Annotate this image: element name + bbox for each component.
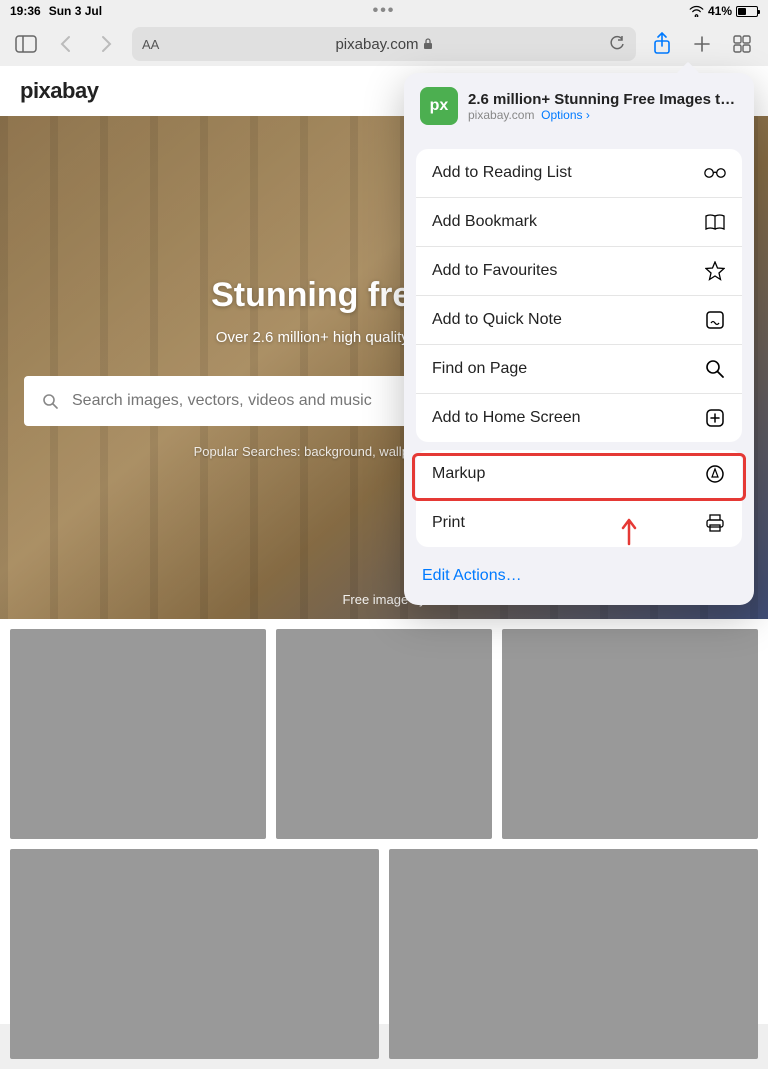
edit-actions-link[interactable]: Edit Actions… bbox=[404, 555, 754, 597]
site-favicon: px bbox=[420, 87, 458, 125]
print-icon bbox=[704, 512, 726, 534]
wifi-icon bbox=[689, 5, 704, 17]
action-label: Markup bbox=[432, 465, 485, 483]
pencil-circle-icon bbox=[704, 463, 726, 485]
share-domain: pixabay.com bbox=[468, 108, 534, 122]
share-options-link[interactable]: Options › bbox=[541, 108, 590, 122]
share-sheet: px 2.6 million+ Stunning Free Images to…… bbox=[404, 73, 754, 605]
action-label: Find on Page bbox=[432, 360, 527, 378]
battery-percent: 41% bbox=[708, 4, 732, 18]
gallery-tile[interactable] bbox=[10, 849, 379, 1059]
action-add-quick-note[interactable]: Add to Quick Note bbox=[416, 296, 742, 345]
share-sheet-header: px 2.6 million+ Stunning Free Images to…… bbox=[404, 73, 754, 141]
browser-toolbar: AA pixabay.com bbox=[0, 22, 768, 66]
action-label: Add to Favourites bbox=[432, 262, 557, 280]
star-icon bbox=[704, 260, 726, 282]
status-bar: 19:36 Sun 3 Jul ••• 41% bbox=[0, 0, 768, 22]
share-actions-group-2: Markup Print bbox=[416, 450, 742, 547]
action-label: Add to Reading List bbox=[432, 164, 572, 182]
battery-icon bbox=[736, 6, 758, 17]
gallery-tile[interactable] bbox=[10, 629, 266, 839]
status-time: 19:36 bbox=[10, 4, 41, 18]
back-button[interactable] bbox=[52, 30, 80, 58]
action-label: Print bbox=[432, 514, 465, 532]
action-label: Add to Home Screen bbox=[432, 409, 581, 427]
reload-button[interactable] bbox=[608, 35, 626, 53]
search-icon bbox=[704, 358, 726, 380]
book-icon bbox=[704, 211, 726, 233]
image-gallery bbox=[0, 619, 768, 1069]
share-title: 2.6 million+ Stunning Free Images to… bbox=[468, 91, 738, 108]
site-logo[interactable]: pixabay bbox=[20, 78, 98, 104]
action-markup[interactable]: Markup bbox=[416, 450, 742, 499]
new-tab-button[interactable] bbox=[688, 30, 716, 58]
forward-button[interactable] bbox=[92, 30, 120, 58]
text-size-button[interactable]: AA bbox=[142, 37, 159, 52]
gallery-tile[interactable] bbox=[389, 849, 758, 1059]
gallery-tile[interactable] bbox=[276, 629, 492, 839]
url-bar[interactable]: AA pixabay.com bbox=[132, 27, 636, 61]
lock-icon bbox=[423, 38, 433, 50]
url-text: pixabay.com bbox=[335, 36, 418, 53]
action-find-on-page[interactable]: Find on Page bbox=[416, 345, 742, 394]
gallery-tile[interactable] bbox=[502, 629, 758, 839]
tabs-overview-button[interactable] bbox=[728, 30, 756, 58]
multitasking-dots-icon[interactable]: ••• bbox=[373, 2, 396, 20]
note-icon bbox=[704, 309, 726, 331]
action-print[interactable]: Print bbox=[416, 499, 742, 547]
action-label: Add to Quick Note bbox=[432, 311, 562, 329]
plus-square-icon bbox=[704, 407, 726, 429]
sidebar-toggle-icon[interactable] bbox=[12, 30, 40, 58]
action-add-reading-list[interactable]: Add to Reading List bbox=[416, 149, 742, 198]
status-date: Sun 3 Jul bbox=[49, 4, 102, 18]
share-actions-group-1: Add to Reading List Add Bookmark Add to … bbox=[416, 149, 742, 442]
action-add-bookmark[interactable]: Add Bookmark bbox=[416, 198, 742, 247]
action-add-home-screen[interactable]: Add to Home Screen bbox=[416, 394, 742, 442]
share-button[interactable] bbox=[648, 30, 676, 58]
glasses-icon bbox=[704, 162, 726, 184]
action-add-favourites[interactable]: Add to Favourites bbox=[416, 247, 742, 296]
action-label: Add Bookmark bbox=[432, 213, 537, 231]
search-icon bbox=[42, 393, 58, 409]
